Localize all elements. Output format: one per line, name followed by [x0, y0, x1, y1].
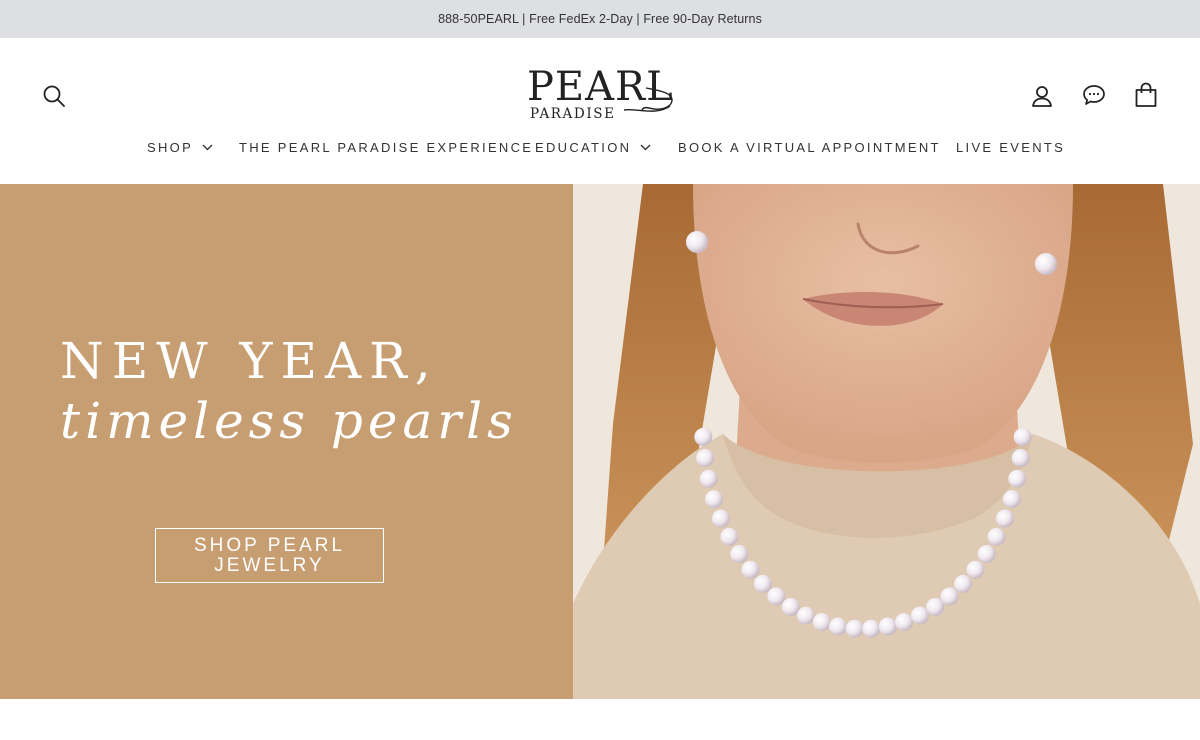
site-header: PEARL PARADISE SHOP THE PEARL PARADISE E… [0, 38, 1200, 184]
necklace-pearl [926, 598, 945, 616]
necklace-pearl [1008, 469, 1027, 488]
main-nav: SHOP THE PEARL PARADISE EXPERIENCE EDUCA… [0, 134, 1200, 160]
model-with-pearls-image [573, 184, 1200, 699]
nav-label: EDUCATION [535, 139, 632, 155]
necklace-pearl [797, 606, 815, 625]
necklace-pearl [696, 449, 715, 467]
hero-image[interactable] [573, 184, 1200, 699]
necklace-pearl [862, 619, 881, 638]
logo-subtitle: PARADISE [530, 106, 616, 122]
necklace-pearl [712, 509, 730, 528]
necklace-pearl [694, 427, 713, 446]
necklace-pearl [741, 560, 760, 579]
logo-swash-icon [623, 87, 673, 112]
announcement-bar: 888-50PEARL | Free FedEx 2-Day | Free 90… [0, 0, 1200, 38]
necklace-pearl [878, 617, 897, 636]
nav-item-book-appointment[interactable]: BOOK A VIRTUAL APPOINTMENT [678, 134, 941, 160]
necklace-pearl [812, 613, 831, 632]
nav-label: SHOP [147, 139, 194, 155]
hero-text-panel: NEW YEAR, timeless pearls SHOP PEARL JEW… [0, 184, 573, 699]
logo[interactable]: PEARL PARADISE [520, 64, 684, 126]
necklace-pearl [911, 606, 929, 625]
nav-item-shop[interactable]: SHOP [147, 134, 213, 160]
necklace-pearl [895, 613, 914, 632]
nav-label: LIVE EVENTS [956, 139, 1066, 155]
necklace-pearl [987, 527, 1006, 546]
necklace-pearl [730, 545, 749, 563]
chat-icon[interactable] [1080, 81, 1108, 109]
necklace-pearl [996, 509, 1014, 528]
nav-item-live-events[interactable]: LIVE EVENTS [956, 134, 1065, 160]
necklace-pearl [1013, 427, 1032, 446]
hero-headline: NEW YEAR, [60, 332, 439, 390]
nav-item-experience[interactable]: THE PEARL PARADISE EXPERIENCE [239, 134, 533, 160]
chevron-down-icon [202, 144, 213, 150]
nav-label: THE PEARL PARADISE EXPERIENCE [239, 139, 534, 155]
necklace-pearl [705, 490, 724, 509]
nav-item-education[interactable]: EDUCATION [535, 134, 651, 160]
necklace-pearl [940, 587, 959, 606]
necklace-pearl [966, 560, 985, 579]
hero-subheadline: timeless pearls [60, 392, 518, 450]
necklace-pearl [1011, 449, 1030, 467]
necklace-pearl [954, 574, 973, 593]
nav-label: BOOK A VIRTUAL APPOINTMENT [678, 139, 941, 155]
necklace-pearl [699, 469, 718, 488]
shop-pearl-jewelry-button[interactable]: SHOP PEARL JEWELRY [155, 528, 384, 583]
user-icon[interactable] [1028, 82, 1056, 110]
necklace-pearl [781, 598, 800, 616]
cart-icon[interactable] [1132, 80, 1160, 110]
necklace-pearl [977, 545, 996, 563]
announcement-text: 888-50PEARL | Free FedEx 2-Day | Free 90… [438, 12, 762, 26]
hero-banner: NEW YEAR, timeless pearls SHOP PEARL JEW… [0, 184, 1200, 699]
necklace-pearl [1002, 490, 1021, 509]
necklace-pearl [767, 587, 786, 606]
necklace-pearl [845, 619, 864, 638]
necklace-pearl [720, 527, 739, 546]
necklace-pearl [829, 617, 848, 636]
chevron-down-icon [640, 144, 651, 150]
necklace-pearl [753, 574, 772, 593]
search-icon[interactable] [40, 82, 68, 110]
